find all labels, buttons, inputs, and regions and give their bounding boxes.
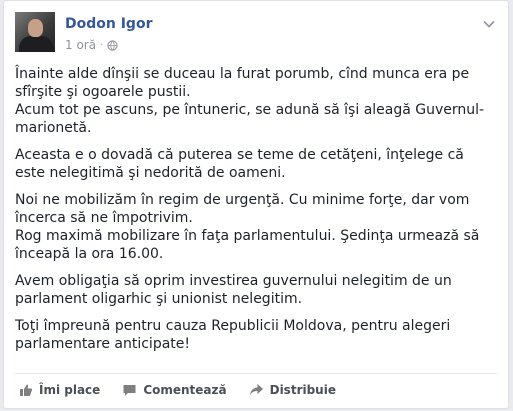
comment-button[interactable]: Comentează bbox=[122, 383, 227, 397]
share-button[interactable]: Distribuie bbox=[249, 383, 336, 397]
avatar-shoulders bbox=[19, 36, 53, 52]
like-label: Îmi place bbox=[39, 383, 101, 397]
post-paragraph: Aceasta e o dovadă că puterea se teme de… bbox=[15, 146, 497, 182]
post-line: Aceasta e o dovadă că puterea se teme de… bbox=[15, 147, 464, 181]
post-paragraph: Noi ne mobilizăm în regim de urgenţă. Cu… bbox=[15, 191, 497, 263]
avatar-face bbox=[28, 19, 43, 37]
share-icon bbox=[249, 383, 264, 397]
post-paragraph: Înainte alde dînşii se duceau la furat p… bbox=[15, 65, 497, 137]
post-time[interactable]: 1 oră bbox=[65, 38, 96, 52]
chevron-down-icon[interactable] bbox=[481, 16, 497, 32]
thumbs-up-icon bbox=[19, 383, 33, 397]
post-line: Rog maximă mobilizare în faţa parlamentu… bbox=[15, 228, 480, 262]
author-name[interactable]: Dodon Igor bbox=[65, 16, 152, 32]
post-line: Acum tot pe ascuns, pe întuneric, se adu… bbox=[15, 102, 485, 136]
post-actions: Îmi place Comentează Distribuie bbox=[15, 373, 497, 406]
post-header: Dodon Igor 1 oră · bbox=[15, 12, 497, 54]
post-card: Dodon Igor 1 oră · Înainte alde dînşii s… bbox=[3, 0, 509, 409]
post-line: Toţi împreună pentru cauza Republicii Mo… bbox=[15, 318, 451, 352]
post-paragraph: Toţi împreună pentru cauza Republicii Mo… bbox=[15, 317, 497, 353]
comment-icon bbox=[122, 383, 137, 397]
post-line: Avem obligaţia să oprim investirea guver… bbox=[15, 273, 452, 307]
post-meta: 1 oră · bbox=[65, 38, 118, 52]
globe-icon[interactable] bbox=[107, 39, 118, 51]
post-body: Înainte alde dînşii se duceau la furat p… bbox=[15, 65, 497, 362]
meta-separator: · bbox=[100, 39, 104, 51]
post-paragraph: Avem obligaţia să oprim investirea guver… bbox=[15, 272, 497, 308]
avatar[interactable] bbox=[15, 12, 55, 52]
share-label: Distribuie bbox=[269, 383, 336, 397]
post-line: Înainte alde dînşii se duceau la furat p… bbox=[15, 66, 470, 100]
comment-label: Comentează bbox=[143, 383, 227, 397]
like-button[interactable]: Îmi place bbox=[19, 383, 100, 397]
post-line: Noi ne mobilizăm în regim de urgenţă. Cu… bbox=[15, 192, 470, 226]
